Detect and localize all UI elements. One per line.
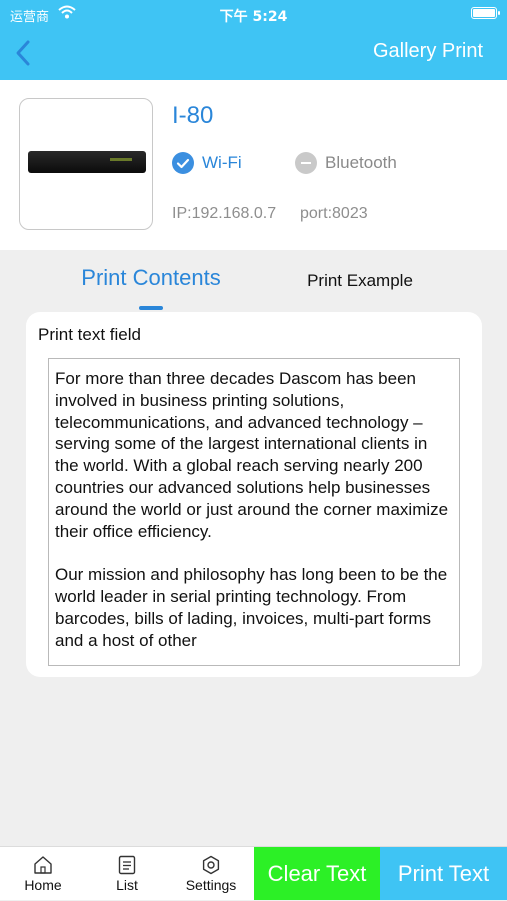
print-text-panel: Print text field For more than three dec… [26,312,482,677]
settings-icon [202,855,220,875]
tab-print-example-label: Print Example [307,271,413,290]
print-text-button[interactable]: Print Text [380,847,507,900]
bluetooth-option[interactable]: Bluetooth [295,152,397,174]
wifi-option-label: Wi-Fi [202,153,242,172]
port-number: port:8023 [300,205,368,222]
nav-settings-label: Settings [185,877,237,893]
nav-home-label: Home [24,877,62,893]
nav-list[interactable]: List [87,847,167,901]
printer-icon [28,151,146,173]
tab-print-contents-label: Print Contents [81,265,221,290]
printer-image [19,98,153,230]
print-text-content: For more than three decades Dascom has b… [55,369,449,650]
bluetooth-option-label: Bluetooth [325,153,397,172]
nav-list-label: List [116,877,138,893]
nav-settings[interactable]: Settings [171,847,251,901]
device-name: I-80 [172,102,214,129]
battery-icon [471,7,500,19]
active-tab-indicator [139,306,163,310]
print-text-area[interactable]: For more than three decades Dascom has b… [48,358,460,666]
list-icon [118,855,136,875]
app-header: 运营商 下午 5:24 Gallery Print [0,0,507,80]
clear-text-button-label: Clear Text [267,860,367,886]
clear-text-button[interactable]: Clear Text [254,847,380,900]
status-time: 下午 5:24 [219,9,288,25]
wifi-option[interactable]: Wi-Fi [172,152,242,174]
check-circle-icon [172,152,194,174]
nav-home[interactable]: Home [3,847,83,901]
chevron-left-icon [16,40,30,66]
page-title: Gallery Print [372,40,483,62]
ip-address: IP:192.168.0.7 [172,205,277,222]
minus-circle-icon [295,152,317,174]
device-card: I-80 Wi-Fi Bluetooth IP:192.168.0.7 port… [0,80,507,250]
print-text-field-label: Print text field [38,325,141,344]
print-text-button-label: Print Text [397,860,490,886]
home-icon [34,856,52,874]
back-button[interactable] [10,36,40,70]
